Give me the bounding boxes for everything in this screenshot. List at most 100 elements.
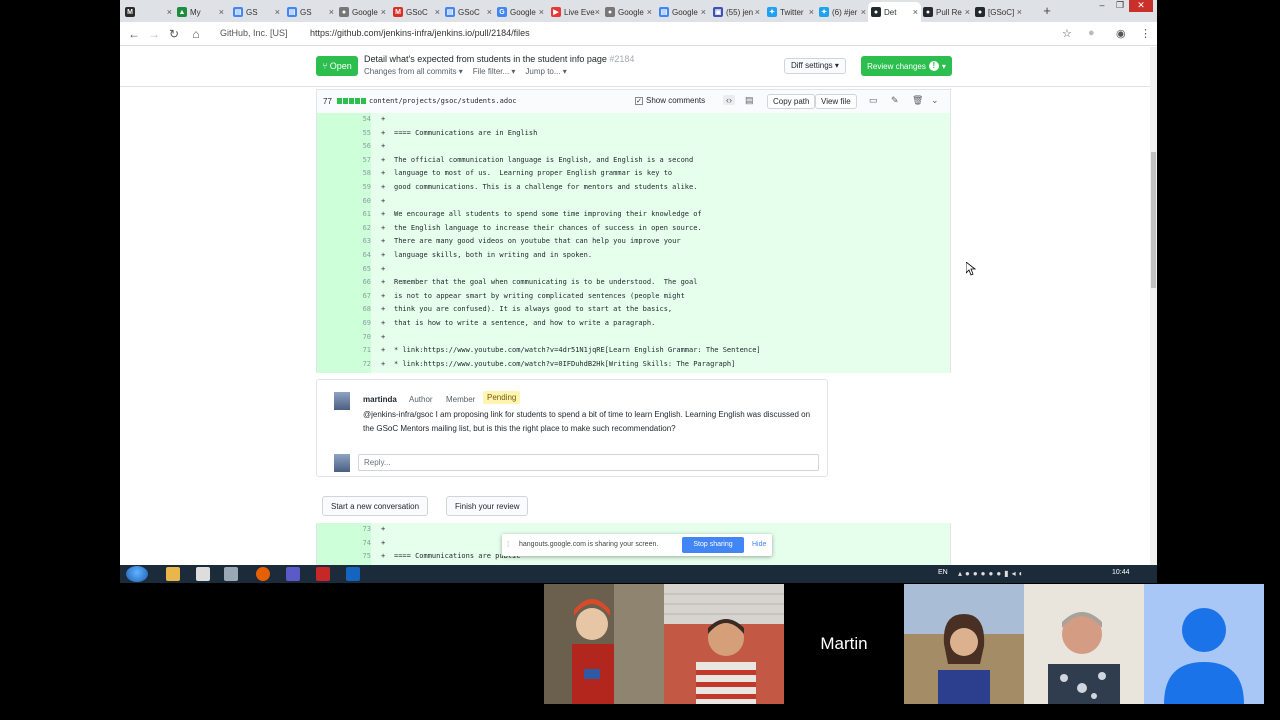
browser-tab[interactable]: ● Det × bbox=[868, 2, 921, 22]
system-tray-icons[interactable]: ▴●●●●●▮◂◐ bbox=[958, 569, 1026, 578]
chevron-down-icon[interactable]: ⌄ bbox=[931, 95, 939, 106]
diff-line[interactable]: 56 + bbox=[317, 140, 950, 154]
home-icon[interactable]: ⌂ bbox=[188, 26, 204, 42]
chrome-icon[interactable] bbox=[224, 567, 238, 581]
show-comments-checkbox[interactable]: ✓ bbox=[635, 96, 643, 105]
source-view-icon[interactable]: ‹› bbox=[723, 95, 735, 105]
line-number[interactable]: 72 bbox=[317, 357, 371, 372]
line-number[interactable]: 74 bbox=[317, 536, 371, 551]
tab-close-icon[interactable]: × bbox=[381, 7, 386, 17]
close-window-icon[interactable]: ✕ bbox=[1129, 0, 1153, 12]
line-number[interactable]: 70 bbox=[317, 330, 371, 345]
diff-line[interactable]: 69 + that is how to write a sentence, and … bbox=[317, 317, 950, 331]
jump-to-dropdown[interactable]: Jump to... ▾ bbox=[525, 67, 566, 76]
diff-line[interactable]: 67 + is not to appear smart by writing com… bbox=[317, 289, 950, 304]
tab-close-icon[interactable]: × bbox=[755, 7, 760, 17]
browser-tab[interactable]: ✦ Twitter × bbox=[764, 2, 817, 22]
reply-input[interactable]: Reply... bbox=[358, 454, 819, 471]
line-number[interactable]: 73 bbox=[317, 523, 371, 537]
participant-video[interactable] bbox=[664, 584, 784, 704]
back-icon[interactable]: ← bbox=[126, 26, 142, 42]
file-path[interactable]: content/projects/gsoc/students.adoc bbox=[369, 97, 517, 105]
line-number[interactable]: 66 bbox=[317, 276, 371, 290]
participant-video[interactable] bbox=[904, 584, 1024, 704]
tab-close-icon[interactable]: × bbox=[595, 7, 600, 17]
tab-close-icon[interactable]: × bbox=[329, 7, 334, 17]
folder-icon[interactable] bbox=[166, 567, 180, 581]
participant-video[interactable] bbox=[1144, 584, 1264, 704]
review-changes-button[interactable]: Review changes ! ▾ bbox=[861, 56, 952, 76]
line-number[interactable]: 58 bbox=[317, 167, 371, 181]
line-number[interactable]: 60 bbox=[317, 194, 371, 209]
tab-close-icon[interactable]: × bbox=[1017, 7, 1022, 17]
line-number[interactable]: 65 bbox=[317, 262, 371, 277]
diff-settings-button[interactable]: Diff settings ▾ bbox=[784, 58, 846, 74]
notepad-icon[interactable] bbox=[196, 567, 210, 581]
view-file-button[interactable]: View file bbox=[815, 94, 857, 109]
line-number[interactable]: 67 bbox=[317, 289, 371, 304]
line-number[interactable]: 69 bbox=[317, 317, 371, 331]
outlook-icon[interactable] bbox=[346, 567, 360, 581]
browser-tab[interactable]: G Google × bbox=[494, 2, 547, 22]
star-icon[interactable]: ☆ bbox=[1062, 27, 1072, 40]
diff-line[interactable]: 68 + think you are confused). It is always… bbox=[317, 303, 950, 317]
extension-icon[interactable]: ● bbox=[1088, 27, 1095, 39]
maximize-icon[interactable]: ❐ bbox=[1111, 0, 1129, 12]
diff-line[interactable]: 63 + There are many good videos on youtube… bbox=[317, 235, 950, 249]
start-menu-icon[interactable] bbox=[126, 566, 148, 582]
tab-close-icon[interactable]: × bbox=[435, 7, 440, 17]
line-number[interactable]: 57 bbox=[317, 153, 371, 168]
browser-tab[interactable]: M × bbox=[122, 2, 175, 22]
hide-button[interactable]: Hide bbox=[752, 541, 766, 548]
finish-review-button[interactable]: Finish your review bbox=[446, 496, 529, 516]
line-number[interactable]: 55 bbox=[317, 126, 371, 141]
edit-pencil-icon[interactable]: ✎ bbox=[891, 95, 899, 106]
diff-line[interactable]: 59 + good communications. This is a challe… bbox=[317, 181, 950, 195]
stop-sharing-button[interactable]: Stop sharing bbox=[682, 537, 744, 553]
line-number[interactable]: 54 bbox=[317, 113, 371, 127]
diff-line[interactable]: 71 + * link:https://www.youtube.com/watch?… bbox=[317, 344, 950, 358]
line-number[interactable]: 61 bbox=[317, 208, 371, 222]
tab-close-icon[interactable]: × bbox=[701, 7, 706, 17]
browser-tab[interactable]: ▲ My × bbox=[174, 2, 227, 22]
changes-from-dropdown[interactable]: Changes from all commits ▾ bbox=[364, 67, 463, 76]
diff-line[interactable]: 58 + language to most of us. Learning prop… bbox=[317, 167, 950, 181]
browser-tab[interactable]: ✦ (6) #jer × bbox=[816, 2, 869, 22]
browser-tab[interactable]: ▤ Google × bbox=[656, 2, 709, 22]
browser-tab[interactable]: ▶ Live Eve × bbox=[548, 2, 601, 22]
diff-line[interactable]: 55 + ==== Communications are in English bbox=[317, 126, 950, 141]
clock[interactable]: 10:44 bbox=[1112, 569, 1130, 576]
browser-tab[interactable]: ▤ GS × bbox=[230, 2, 283, 22]
tab-close-icon[interactable]: × bbox=[647, 7, 652, 17]
tab-close-icon[interactable]: × bbox=[219, 7, 224, 17]
line-number[interactable]: 68 bbox=[317, 303, 371, 317]
app-icon[interactable] bbox=[286, 567, 300, 581]
line-number[interactable]: 75 bbox=[317, 550, 371, 564]
line-number[interactable]: 59 bbox=[317, 181, 371, 195]
tab-close-icon[interactable]: × bbox=[539, 7, 544, 17]
language-indicator[interactable]: EN bbox=[938, 569, 948, 576]
browser-tab[interactable]: ● [GSoC] × bbox=[972, 2, 1025, 22]
diff-line[interactable]: 70 + bbox=[317, 330, 950, 345]
line-number[interactable]: 71 bbox=[317, 344, 371, 358]
menu-icon[interactable]: ⋮ bbox=[1140, 27, 1151, 40]
line-number[interactable]: 64 bbox=[317, 249, 371, 263]
tab-close-icon[interactable]: × bbox=[965, 7, 970, 17]
avatar[interactable] bbox=[334, 392, 350, 410]
drag-handle-icon[interactable]: ⁞ bbox=[507, 540, 509, 549]
desktop-icon[interactable]: ▭ bbox=[869, 95, 878, 106]
diff-line[interactable]: 65 + bbox=[317, 262, 950, 277]
comment-author[interactable]: martinda bbox=[363, 395, 397, 404]
diff-line[interactable]: 60 + bbox=[317, 194, 950, 209]
tab-close-icon[interactable]: × bbox=[913, 7, 918, 17]
participant-name-tile[interactable]: Martin bbox=[784, 584, 904, 704]
browser-tab[interactable]: M GSoC × bbox=[390, 2, 443, 22]
new-tab-button[interactable]: + bbox=[1038, 4, 1056, 18]
browser-tab[interactable]: ▤ GSoC × bbox=[442, 2, 495, 22]
firefox-icon[interactable] bbox=[256, 567, 270, 581]
tab-close-icon[interactable]: × bbox=[487, 7, 492, 17]
browser-tab[interactable]: ● Pull Re × bbox=[920, 2, 973, 22]
trash-icon[interactable]: 🗑 bbox=[912, 95, 923, 106]
reload-icon[interactable]: ↻ bbox=[166, 26, 182, 42]
rich-view-icon[interactable]: ▤ bbox=[745, 95, 754, 106]
